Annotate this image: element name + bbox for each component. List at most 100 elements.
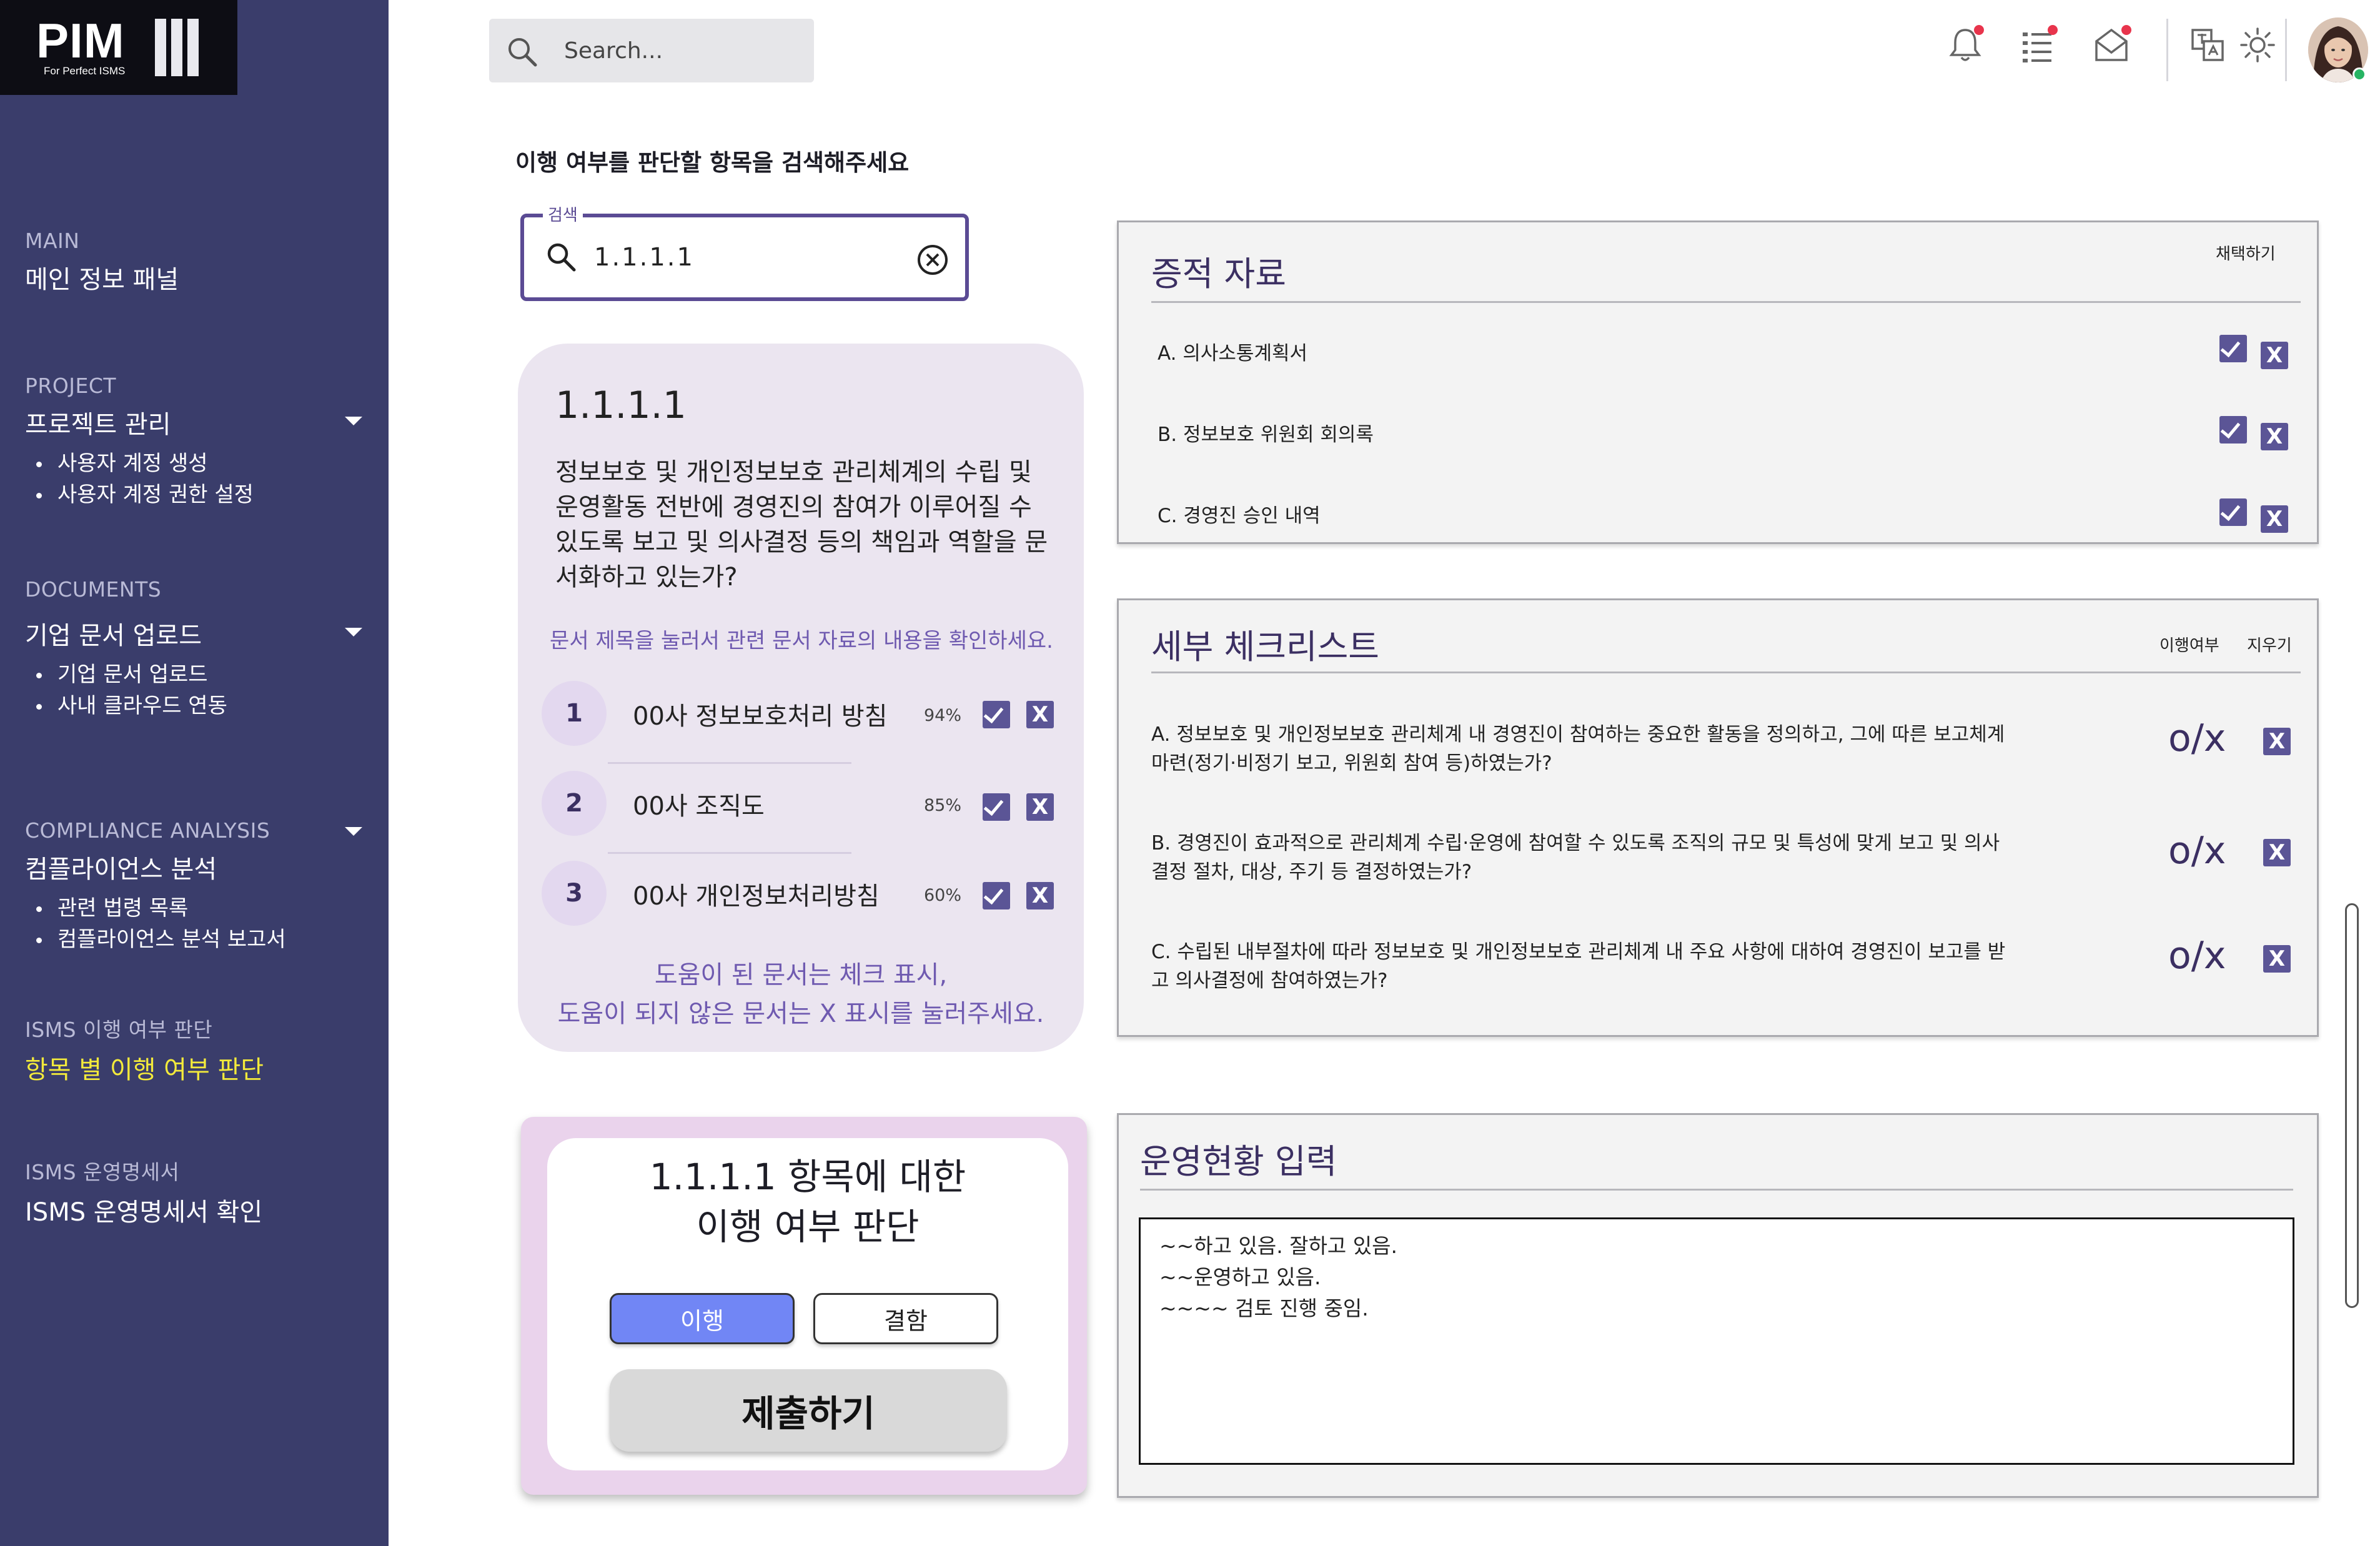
- nav-submenu: 사용자 계정 생성 사용자 계정 권한 설정: [25, 448, 362, 510]
- feedback-line: 도움이 된 문서는 체크 표시,: [654, 961, 948, 989]
- chevron-down-icon[interactable]: [345, 417, 362, 425]
- operation-status-input[interactable]: ~~하고 있음. 잘하고 있음. ~~운영하고 있음. ~~~~ 검토 진행 중…: [1139, 1217, 2294, 1465]
- nav-section-isms-judgement: ISMS 이행 여부 판단 항목 별 이행 여부 판단: [25, 1013, 362, 1086]
- item-search-field[interactable]: 검색: [520, 202, 969, 301]
- nav-section-project: PROJECT 프로젝트 관리 사용자 계정 생성 사용자 계정 권한 설정: [25, 374, 362, 510]
- judgement-title-line: 1.1.1.1 항목에 대한: [649, 1156, 966, 1198]
- nav-subitem-upload-docs[interactable]: 기업 문서 업로드: [36, 659, 362, 690]
- x-icon[interactable]: X: [2261, 342, 2288, 369]
- document-number: 3: [542, 861, 607, 926]
- document-title-link[interactable]: 00사 정보보호처리 방침: [633, 696, 888, 732]
- logo[interactable]: PIM For Perfect ISMS: [0, 0, 237, 95]
- nav-subitem-create-account[interactable]: 사용자 계정 생성: [36, 448, 362, 479]
- evidence-item[interactable]: A. 의사소통계획서: [1158, 337, 1307, 365]
- compliance-toggle[interactable]: o/x: [2168, 829, 2226, 873]
- document-title-link[interactable]: 00사 조직도: [633, 786, 765, 822]
- nav-subitem-laws[interactable]: 관련 법령 목록: [36, 893, 362, 924]
- global-search-input[interactable]: [564, 34, 801, 67]
- checklist-panel: 세부 체크리스트 이행여부 지우기 A. 정보보호 및 개인정보보호 관리체계 …: [1117, 598, 2319, 1037]
- compliance-toggle[interactable]: o/x: [2168, 934, 2226, 978]
- evidence-actions: X: [2219, 416, 2288, 450]
- nav-item-isms-statement[interactable]: ISMS 운영명세서 확인: [25, 1192, 362, 1228]
- x-icon[interactable]: X: [2263, 945, 2291, 973]
- x-icon[interactable]: X: [2263, 839, 2291, 866]
- item-search-input[interactable]: [594, 240, 869, 275]
- x-icon[interactable]: X: [1026, 882, 1054, 909]
- check-icon[interactable]: [983, 701, 1010, 728]
- x-icon[interactable]: X: [2263, 728, 2291, 755]
- status-header: 이행여부: [2159, 637, 2219, 655]
- nav-subitem-account-permissions[interactable]: 사용자 계정 권한 설정: [36, 479, 362, 510]
- x-icon[interactable]: X: [1026, 793, 1054, 821]
- clear-icon[interactable]: [915, 242, 950, 277]
- check-icon[interactable]: [983, 793, 1010, 821]
- document-relevance: 85%: [924, 796, 962, 815]
- notification-dot: [2048, 25, 2058, 35]
- fail-button[interactable]: 결함: [813, 1293, 998, 1344]
- nav-item-documents[interactable]: 기업 문서 업로드: [25, 615, 362, 652]
- nav-title-label: 프로젝트 관리: [25, 410, 171, 439]
- nav-submenu: 기업 문서 업로드 사내 클라우드 연동: [25, 659, 362, 721]
- question-card: 1.1.1.1 정보보호 및 개인정보보호 관리체계의 수립 및 운영활동 전반…: [518, 344, 1084, 1052]
- check-icon[interactable]: [983, 882, 1010, 909]
- sun-icon[interactable]: [2238, 25, 2278, 65]
- panel-divider: [1151, 671, 2301, 673]
- document-hint: 문서 제목을 눌러서 관련 문서 자료의 내용을 확인하세요.: [550, 628, 1053, 653]
- nav-item-project[interactable]: 프로젝트 관리: [25, 404, 362, 440]
- document-relevance: 94%: [924, 706, 962, 725]
- evidence-title: 증적 자료: [1151, 254, 1286, 294]
- evidence-item[interactable]: C. 경영진 승인 내역: [1158, 500, 1321, 528]
- nav-subitem-compliance-report[interactable]: 컴플라이언스 분석 보고서: [36, 924, 362, 955]
- feedback-instruction: 도움이 된 문서는 체크 표시, 도움이 되지 않은 문서는 X 표시를 눌러주…: [537, 956, 1065, 1033]
- scrollbar[interactable]: [2345, 903, 2359, 1308]
- checklist-item: B. 경영진이 효과적으로 관리체계 수립·운영에 참여할 수 있도록 조직의 …: [1151, 832, 2000, 883]
- row-divider: [608, 762, 851, 764]
- page-prompt: 이행 여부를 판단할 항목을 검색해주세요: [515, 149, 910, 176]
- sidebar: PIM For Perfect ISMS MAIN 메인 정보 패널 PROJE…: [0, 0, 389, 1546]
- x-icon[interactable]: X: [2261, 505, 2288, 533]
- check-icon[interactable]: [2219, 335, 2247, 362]
- nav-section-documents: DOCUMENTS 기업 문서 업로드 기업 문서 업로드 사내 클라우드 연동: [25, 577, 362, 721]
- x-icon[interactable]: X: [2261, 423, 2288, 450]
- logo-tagline: For Perfect ISMS: [44, 65, 126, 77]
- chevron-down-icon[interactable]: [345, 628, 362, 637]
- document-title-link[interactable]: 00사 개인정보처리방침: [633, 876, 880, 912]
- search-icon: [547, 243, 576, 272]
- panel-divider: [1151, 301, 2301, 303]
- nav-section-isms-statement: ISMS 운영명세서 ISMS 운영명세서 확인: [25, 1156, 362, 1228]
- document-relevance: 60%: [924, 886, 962, 905]
- nav-item-item-judgement[interactable]: 항목 별 이행 여부 판단: [25, 1049, 362, 1086]
- check-icon[interactable]: [2219, 416, 2247, 443]
- evidence-item[interactable]: B. 정보보호 위원회 회의록: [1158, 419, 1374, 447]
- adopt-header: 채택하기: [2216, 245, 2276, 264]
- nav-category: MAIN: [25, 229, 80, 253]
- document-row: 3 00사 개인정보처리방침 60% X: [542, 861, 1066, 929]
- notification-dot: [2121, 25, 2131, 35]
- submit-button[interactable]: 제출하기: [610, 1369, 1007, 1452]
- nav-submenu: 관련 법령 목록 컴플라이언스 분석 보고서: [25, 893, 362, 955]
- chevron-down-icon[interactable]: [345, 827, 362, 836]
- question-id: 1.1.1.1: [555, 384, 687, 427]
- operation-panel: 운영현황 입력 ~~하고 있음. 잘하고 있음. ~~운영하고 있음. ~~~~…: [1117, 1113, 2319, 1498]
- nav-section-compliance: COMPLIANCE ANALYSIS 컴플라이언스 분석 관련 법령 목록 컴…: [25, 818, 362, 955]
- nav-subitem-cloud-sync[interactable]: 사내 클라우드 연동: [36, 690, 362, 721]
- pass-button[interactable]: 이행: [610, 1293, 795, 1344]
- nav-category: PROJECT: [25, 374, 117, 398]
- row-divider: [608, 852, 851, 854]
- nav-category: ISMS 이행 여부 판단: [25, 1018, 213, 1042]
- nav-category: DOCUMENTS: [25, 577, 162, 602]
- logo-bars: [155, 19, 199, 76]
- checklist-item: A. 정보보호 및 개인정보보호 관리체계 내 경영진이 참여하는 중요한 활동…: [1151, 723, 2005, 775]
- judgement-inner: 1.1.1.1 항목에 대한 이행 여부 판단 이행 결함 제출하기: [547, 1138, 1068, 1470]
- evidence-actions: X: [2219, 335, 2288, 369]
- panel-divider: [1140, 1189, 2293, 1191]
- check-icon[interactable]: [2219, 498, 2247, 526]
- judgement-title: 1.1.1.1 항목에 대한 이행 여부 판단: [547, 1152, 1068, 1252]
- compliance-toggle[interactable]: o/x: [2168, 716, 2226, 760]
- nav-item-main-panel[interactable]: 메인 정보 패널: [25, 259, 362, 295]
- global-search[interactable]: [489, 19, 814, 82]
- nav-item-compliance[interactable]: 컴플라이언스 분석: [25, 849, 362, 885]
- translate-icon[interactable]: [2188, 25, 2228, 65]
- judgement-title-line: 이행 여부 판단: [696, 1206, 920, 1248]
- x-icon[interactable]: X: [1026, 701, 1054, 728]
